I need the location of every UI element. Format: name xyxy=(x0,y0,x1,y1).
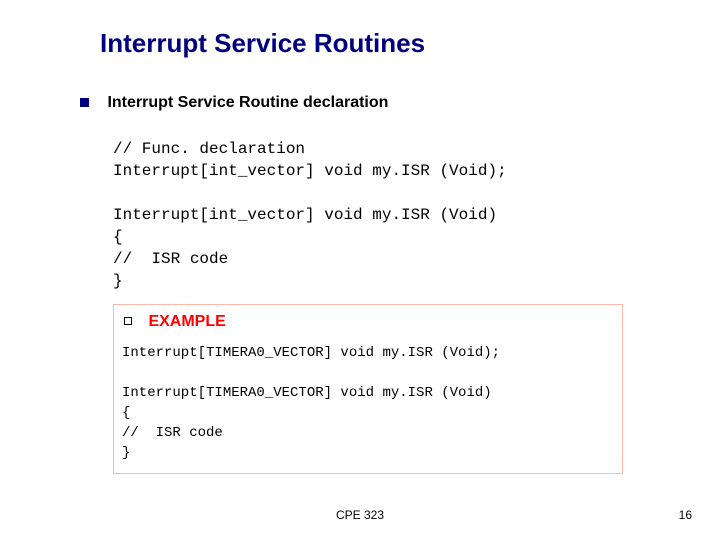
subheading-row: Interrupt Service Routine declaration xyxy=(80,94,650,118)
example-heading-row: EXAMPLE xyxy=(124,313,616,331)
bullet-outline-icon xyxy=(124,317,132,325)
code-block-example: Interrupt[TIMERA0_VECTOR] void my.ISR (V… xyxy=(122,343,616,463)
bullet-icon xyxy=(80,98,89,107)
footer-center: CPE 323 xyxy=(0,508,720,522)
slide-title: Interrupt Service Routines xyxy=(100,28,425,59)
example-box: EXAMPLE Interrupt[TIMERA0_VECTOR] void m… xyxy=(113,304,623,474)
code-block-main: // Func. declaration Interrupt[int_vecto… xyxy=(113,138,673,292)
slide: Interrupt Service Routines Interrupt Ser… xyxy=(0,0,720,540)
example-label: EXAMPLE xyxy=(148,313,225,331)
subheading-text: Interrupt Service Routine declaration xyxy=(107,94,388,112)
page-number: 16 xyxy=(679,508,692,522)
